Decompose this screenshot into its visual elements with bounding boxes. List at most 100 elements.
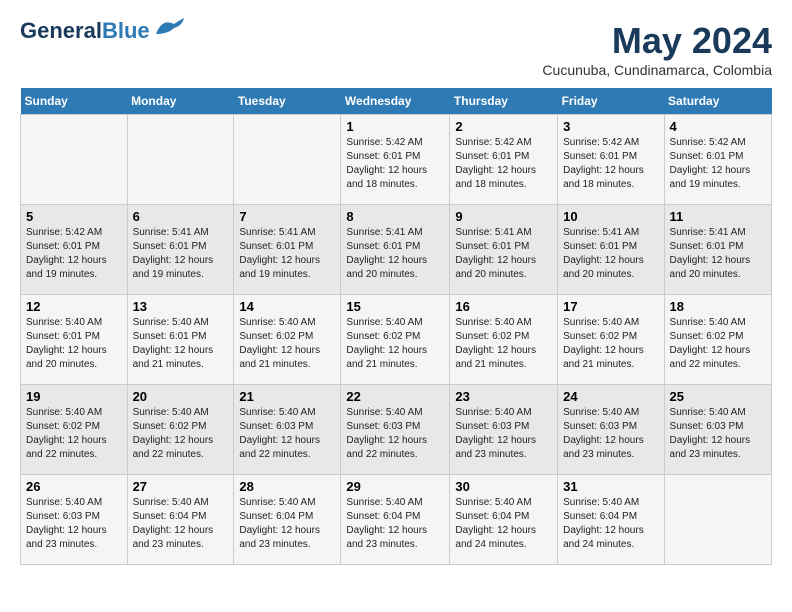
day-number: 9	[455, 209, 552, 224]
day-number: 3	[563, 119, 658, 134]
day-number: 6	[133, 209, 229, 224]
week-row-1: 1 Sunrise: 5:42 AMSunset: 6:01 PMDaylight…	[21, 115, 772, 205]
day-number: 4	[670, 119, 766, 134]
day-number: 30	[455, 479, 552, 494]
day-cell	[664, 475, 771, 565]
header-friday: Friday	[558, 88, 664, 115]
calendar-header-row: SundayMondayTuesdayWednesdayThursdayFrid…	[21, 88, 772, 115]
logo-bird-icon	[154, 16, 186, 38]
day-number: 1	[346, 119, 444, 134]
month-title: May 2024	[542, 20, 772, 62]
day-number: 23	[455, 389, 552, 404]
week-row-2: 5 Sunrise: 5:42 AMSunset: 6:01 PMDaylight…	[21, 205, 772, 295]
day-info: Sunrise: 5:42 AMSunset: 6:01 PMDaylight:…	[670, 136, 766, 192]
day-cell: 20Sunrise: 5:40 AMSunset: 6:02 PMDayligh…	[127, 385, 234, 475]
day-info: Sunrise: 5:41 AMSunset: 6:01 PMDaylight:…	[563, 226, 658, 282]
day-number: 18	[670, 299, 766, 314]
day-number: 5	[26, 209, 122, 224]
day-info: Sunrise: 5:42 AMSunset: 6:01 PMDaylight:…	[346, 136, 444, 192]
page-header: GeneralBlue May 2024 Cucunuba, Cundinama…	[20, 20, 772, 78]
day-info: Sunrise: 5:40 AMSunset: 6:04 PMDaylight:…	[455, 496, 552, 552]
day-cell: 5 Sunrise: 5:42 AMSunset: 6:01 PMDaylight…	[21, 205, 128, 295]
day-cell: 14 Sunrise: 5:40 AMSunset: 6:02 PMDayligh…	[234, 295, 341, 385]
location: Cucunuba, Cundinamarca, Colombia	[542, 62, 772, 78]
day-info: Sunrise: 5:42 AMSunset: 6:01 PMDaylight:…	[455, 136, 552, 192]
day-number: 15	[346, 299, 444, 314]
day-cell: 10 Sunrise: 5:41 AMSunset: 6:01 PMDayligh…	[558, 205, 664, 295]
logo: GeneralBlue	[20, 20, 186, 42]
day-info: Sunrise: 5:40 AMSunset: 6:02 PMDaylight:…	[563, 316, 658, 372]
day-number: 8	[346, 209, 444, 224]
day-number: 31	[563, 479, 658, 494]
day-info: Sunrise: 5:41 AMSunset: 6:01 PMDaylight:…	[239, 226, 335, 282]
day-cell: 3 Sunrise: 5:42 AMSunset: 6:01 PMDaylight…	[558, 115, 664, 205]
day-number: 14	[239, 299, 335, 314]
day-cell: 9Sunrise: 5:41 AMSunset: 6:01 PMDaylight…	[450, 205, 558, 295]
day-cell: 23 Sunrise: 5:40 AMSunset: 6:03 PMDayligh…	[450, 385, 558, 475]
day-cell: 12 Sunrise: 5:40 AMSunset: 6:01 PMDayligh…	[21, 295, 128, 385]
day-cell: 8Sunrise: 5:41 AMSunset: 6:01 PMDaylight…	[341, 205, 450, 295]
header-sunday: Sunday	[21, 88, 128, 115]
day-info: Sunrise: 5:42 AMSunset: 6:01 PMDaylight:…	[26, 226, 122, 282]
day-number: 22	[346, 389, 444, 404]
day-cell: 22 Sunrise: 5:40 AMSunset: 6:03 PMDayligh…	[341, 385, 450, 475]
day-cell: 30 Sunrise: 5:40 AMSunset: 6:04 PMDayligh…	[450, 475, 558, 565]
day-cell	[21, 115, 128, 205]
day-number: 12	[26, 299, 122, 314]
day-info: Sunrise: 5:42 AMSunset: 6:01 PMDaylight:…	[563, 136, 658, 192]
week-row-5: 26Sunrise: 5:40 AMSunset: 6:03 PMDayligh…	[21, 475, 772, 565]
day-info: Sunrise: 5:40 AMSunset: 6:03 PMDaylight:…	[455, 406, 552, 462]
day-cell: 18 Sunrise: 5:40 AMSunset: 6:02 PMDayligh…	[664, 295, 771, 385]
header-wednesday: Wednesday	[341, 88, 450, 115]
header-tuesday: Tuesday	[234, 88, 341, 115]
day-cell: 1 Sunrise: 5:42 AMSunset: 6:01 PMDaylight…	[341, 115, 450, 205]
day-cell: 31 Sunrise: 5:40 AMSunset: 6:04 PMDayligh…	[558, 475, 664, 565]
day-info: Sunrise: 5:40 AMSunset: 6:04 PMDaylight:…	[133, 496, 229, 552]
day-cell: 25Sunrise: 5:40 AMSunset: 6:03 PMDayligh…	[664, 385, 771, 475]
week-row-3: 12 Sunrise: 5:40 AMSunset: 6:01 PMDayligh…	[21, 295, 772, 385]
day-info: Sunrise: 5:40 AMSunset: 6:02 PMDaylight:…	[455, 316, 552, 372]
day-number: 25	[670, 389, 766, 404]
day-number: 7	[239, 209, 335, 224]
day-number: 19	[26, 389, 122, 404]
day-cell: 24Sunrise: 5:40 AMSunset: 6:03 PMDayligh…	[558, 385, 664, 475]
day-info: Sunrise: 5:40 AMSunset: 6:02 PMDaylight:…	[670, 316, 766, 372]
logo-general: General	[20, 18, 102, 43]
day-number: 29	[346, 479, 444, 494]
day-number: 28	[239, 479, 335, 494]
title-section: May 2024 Cucunuba, Cundinamarca, Colombi…	[542, 20, 772, 78]
day-info: Sunrise: 5:40 AMSunset: 6:03 PMDaylight:…	[346, 406, 444, 462]
calendar-table: SundayMondayTuesdayWednesdayThursdayFrid…	[20, 88, 772, 565]
day-info: Sunrise: 5:40 AMSunset: 6:01 PMDaylight:…	[26, 316, 122, 372]
day-cell: 27Sunrise: 5:40 AMSunset: 6:04 PMDayligh…	[127, 475, 234, 565]
day-number: 11	[670, 209, 766, 224]
day-info: Sunrise: 5:40 AMSunset: 6:04 PMDaylight:…	[239, 496, 335, 552]
day-cell: 7 Sunrise: 5:41 AMSunset: 6:01 PMDaylight…	[234, 205, 341, 295]
day-number: 26	[26, 479, 122, 494]
day-cell: 6 Sunrise: 5:41 AMSunset: 6:01 PMDaylight…	[127, 205, 234, 295]
day-info: Sunrise: 5:40 AMSunset: 6:02 PMDaylight:…	[26, 406, 122, 462]
day-info: Sunrise: 5:40 AMSunset: 6:02 PMDaylight:…	[239, 316, 335, 372]
week-row-4: 19 Sunrise: 5:40 AMSunset: 6:02 PMDayligh…	[21, 385, 772, 475]
day-cell: 17 Sunrise: 5:40 AMSunset: 6:02 PMDayligh…	[558, 295, 664, 385]
day-number: 17	[563, 299, 658, 314]
day-info: Sunrise: 5:40 AMSunset: 6:02 PMDaylight:…	[133, 406, 229, 462]
header-thursday: Thursday	[450, 88, 558, 115]
day-cell: 15Sunrise: 5:40 AMSunset: 6:02 PMDayligh…	[341, 295, 450, 385]
day-number: 13	[133, 299, 229, 314]
day-cell: 28 Sunrise: 5:40 AMSunset: 6:04 PMDayligh…	[234, 475, 341, 565]
day-info: Sunrise: 5:41 AMSunset: 6:01 PMDaylight:…	[133, 226, 229, 282]
day-cell: 21Sunrise: 5:40 AMSunset: 6:03 PMDayligh…	[234, 385, 341, 475]
logo-blue: Blue	[102, 18, 150, 43]
day-info: Sunrise: 5:40 AMSunset: 6:03 PMDaylight:…	[563, 406, 658, 462]
day-number: 10	[563, 209, 658, 224]
day-info: Sunrise: 5:40 AMSunset: 6:04 PMDaylight:…	[563, 496, 658, 552]
day-info: Sunrise: 5:41 AMSunset: 6:01 PMDaylight:…	[670, 226, 766, 282]
day-info: Sunrise: 5:40 AMSunset: 6:04 PMDaylight:…	[346, 496, 444, 552]
day-cell: 16Sunrise: 5:40 AMSunset: 6:02 PMDayligh…	[450, 295, 558, 385]
day-number: 21	[239, 389, 335, 404]
day-cell: 2 Sunrise: 5:42 AMSunset: 6:01 PMDaylight…	[450, 115, 558, 205]
day-number: 2	[455, 119, 552, 134]
day-cell	[127, 115, 234, 205]
header-saturday: Saturday	[664, 88, 771, 115]
